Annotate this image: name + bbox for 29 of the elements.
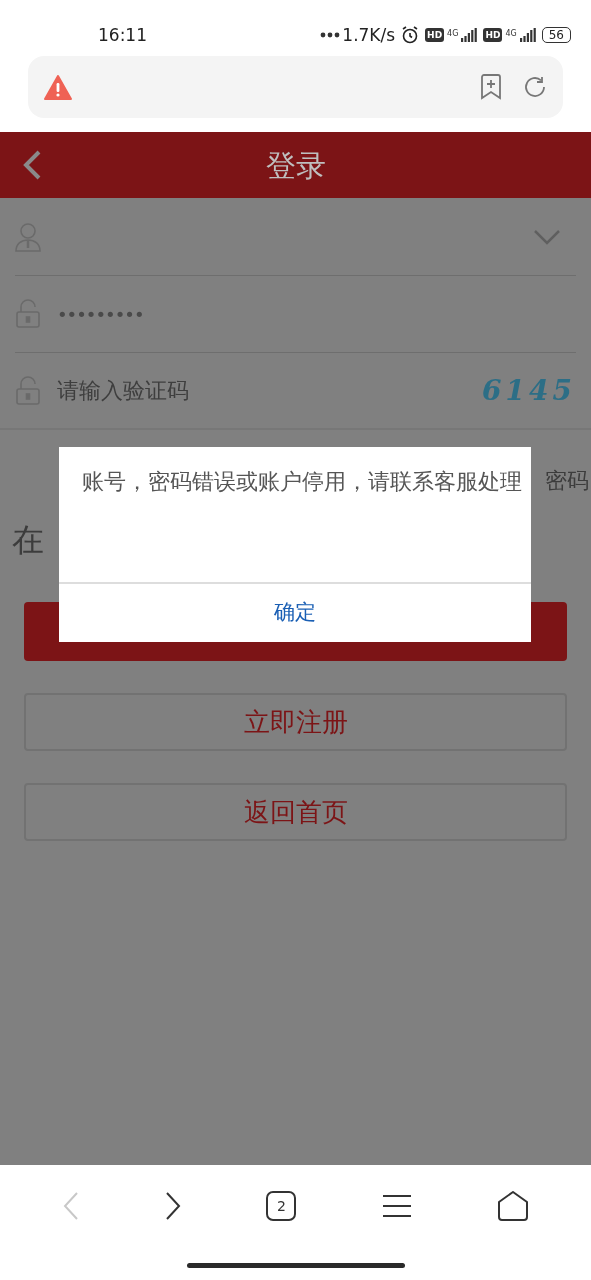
signal-icon bbox=[519, 28, 536, 43]
tabs-button[interactable]: 2 bbox=[266, 1191, 297, 1221]
online-label: 在 bbox=[12, 520, 44, 561]
hd-badge: HD bbox=[483, 28, 503, 43]
alarm-icon bbox=[401, 26, 420, 45]
bookmark-add-icon[interactable] bbox=[479, 74, 503, 100]
outline-button[interactable]: 返回首页 bbox=[24, 783, 567, 841]
back-icon[interactable] bbox=[22, 149, 42, 181]
password-field[interactable]: ••••••••• bbox=[57, 300, 144, 328]
forward-nav-icon[interactable] bbox=[164, 1192, 181, 1220]
refresh-icon[interactable] bbox=[523, 75, 547, 99]
captcha-field[interactable]: 请输入验证码 bbox=[57, 374, 189, 407]
battery-indicator: 56 bbox=[541, 27, 571, 44]
menu-icon[interactable] bbox=[382, 1194, 413, 1218]
network-type: 4G bbox=[505, 28, 517, 41]
network-type: 4G bbox=[447, 28, 459, 41]
clock: 16:11 bbox=[98, 23, 147, 47]
captcha-code[interactable]: 6145 bbox=[482, 369, 576, 412]
page-title: 登录 bbox=[265, 146, 326, 185]
hd-badge: HD bbox=[425, 28, 445, 43]
network-speed: 1.7K/s bbox=[342, 23, 396, 47]
signal-icon bbox=[461, 28, 478, 43]
home-icon[interactable] bbox=[498, 1191, 529, 1221]
confirm-button[interactable]: 确定 bbox=[59, 582, 531, 642]
remember-password-label: 密码 bbox=[545, 467, 589, 495]
dialog-message: 账号，密码错误或账户停用，请联系客服处理 bbox=[81, 468, 523, 496]
outline-button[interactable]: 立即注册 bbox=[24, 693, 567, 751]
more-dots-icon bbox=[320, 32, 341, 39]
warning-icon bbox=[44, 74, 72, 100]
